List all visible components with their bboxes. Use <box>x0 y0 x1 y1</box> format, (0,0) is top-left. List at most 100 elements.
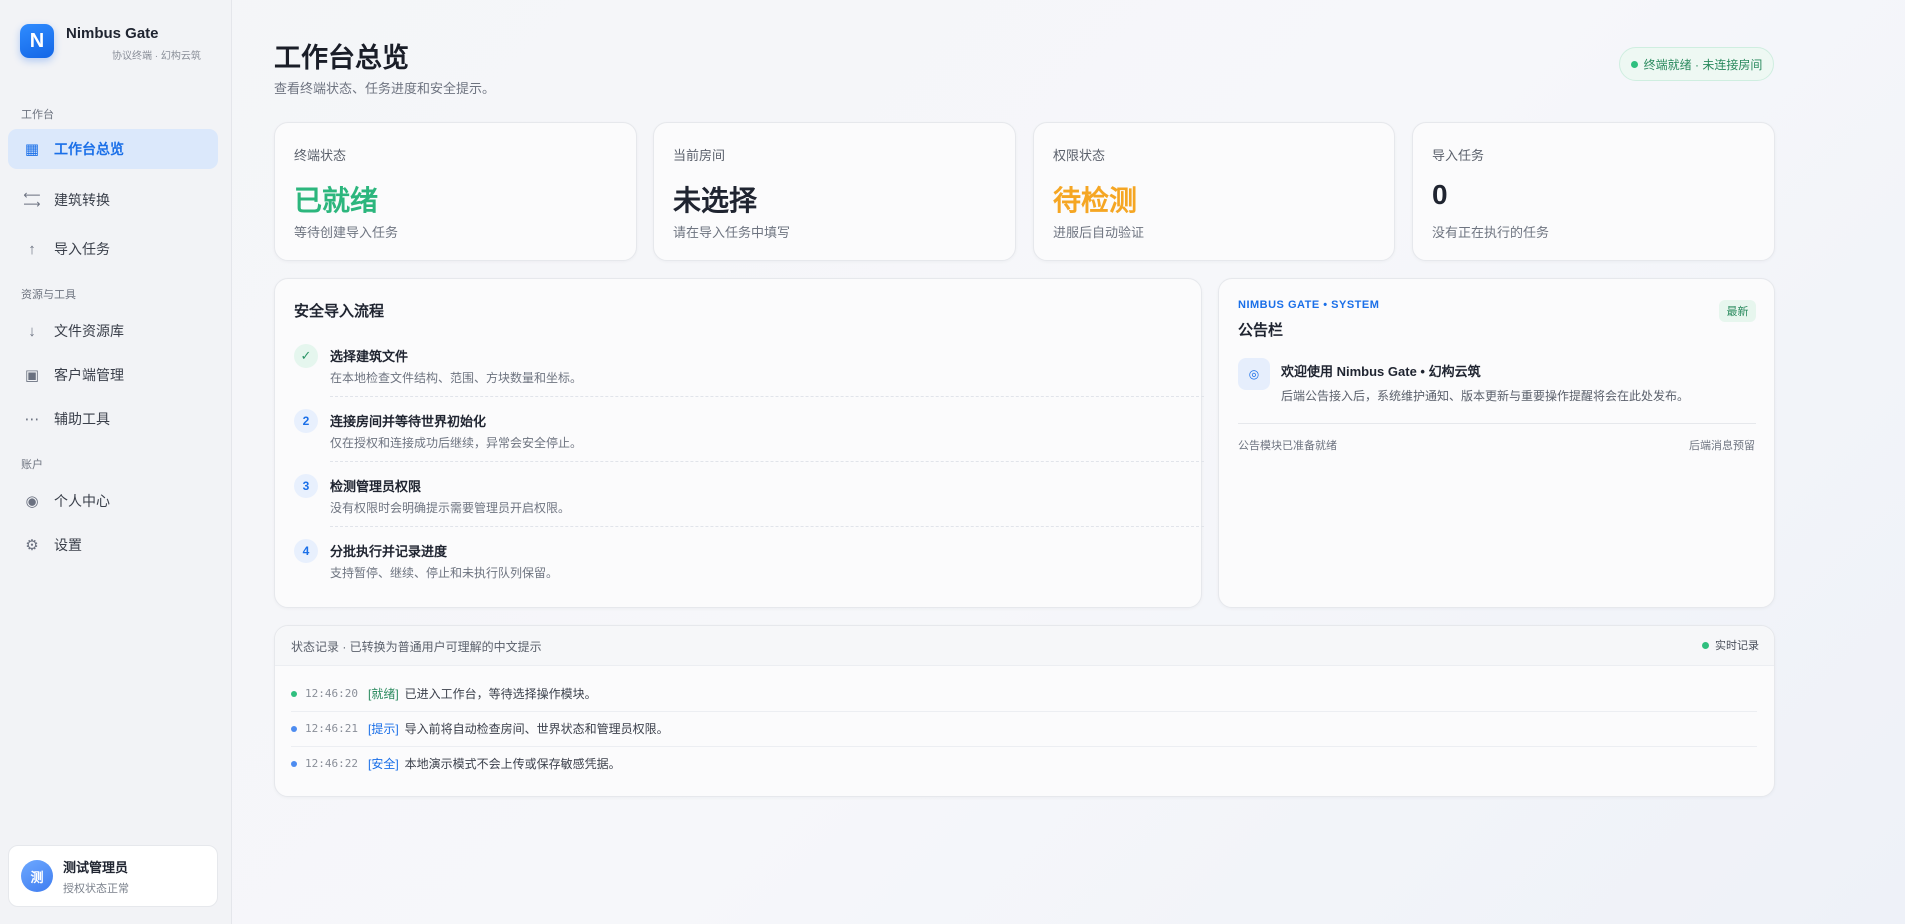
notice-footer-status: 公告模块已准备就绪 <box>1238 440 1337 452</box>
sidebar-item-overview[interactable]: ▦ 工作台总览 <box>8 129 218 169</box>
nav-section-resources: 资源与工具 <box>21 289 76 301</box>
sidebar-item-label: 辅助工具 <box>54 411 110 427</box>
sidebar-item-profile[interactable]: ◉ 个人中心 <box>8 481 218 521</box>
sidebar-item-file-library[interactable]: ↓ 文件资源库 <box>8 311 218 351</box>
sidebar-item-utilities[interactable]: ⋯ 辅助工具 <box>8 399 218 439</box>
user-auth-status: 授权状态正常 <box>63 882 129 895</box>
stat-label: 权限状态 <box>1053 148 1106 163</box>
stat-value: 未选择 <box>673 185 758 216</box>
notice-title: 公告栏 <box>1238 322 1284 339</box>
log-message: 导入前将自动检查房间、世界状态和管理员权限。 <box>404 722 669 736</box>
step-number: 3 <box>294 474 318 498</box>
upload-arrow-icon: ↑ <box>28 240 36 258</box>
notice-divider <box>1238 423 1756 424</box>
stat-note: 请在导入任务中填写 <box>673 225 791 240</box>
brand-subtitle: 协议终端 · 幻构云筑 <box>112 51 201 62</box>
log-time: 12:46:20 <box>305 687 358 700</box>
check-icon: ✓ <box>294 344 318 368</box>
page-subtitle: 查看终端状态、任务进度和安全提示。 <box>274 81 496 96</box>
brand-name: Nimbus Gate <box>66 25 159 42</box>
step-number: 4 <box>294 539 318 563</box>
step-title: 分批执行并记录进度 <box>330 544 448 559</box>
swap-arrows-icon: ⟵ ⟶ <box>23 188 41 211</box>
log-header-text: 状态记录 · 已转换为普通用户可理解的中文提示 <box>291 640 542 654</box>
step-divider <box>330 526 1204 527</box>
flow-step: ✓ 选择建筑文件 在本地检查文件结构、范围、方块数量和坐标。 <box>294 342 1204 406</box>
sidebar-item-settings[interactable]: ⚙ 设置 <box>8 525 218 565</box>
notice-kicker: NIMBUS GATE • SYSTEM <box>1238 299 1380 311</box>
notice-board-card: NIMBUS GATE • SYSTEM 公告栏 最新 ◎ 欢迎使用 Nimbu… <box>1218 278 1775 608</box>
log-dot-icon <box>291 725 297 732</box>
step-divider <box>330 396 1204 397</box>
flow-step: 3 检测管理员权限 没有权限时会明确提示需要管理员开启权限。 <box>294 472 1204 536</box>
log-time: 12:46:21 <box>305 722 358 735</box>
log-row: 12:46:22 [安全] 本地演示模式不会上传或保存敏感凭据。 <box>291 746 1757 781</box>
log-tag: [提示] <box>367 722 399 736</box>
step-divider <box>330 461 1204 462</box>
stat-card-permission: 权限状态 待检测 进服后自动验证 <box>1033 122 1395 261</box>
sidebar-item-label: 工作台总览 <box>54 141 124 157</box>
sidebar-item-label: 客户端管理 <box>54 367 124 383</box>
stat-card-terminal: 终端状态 已就绪 等待创建导入任务 <box>274 122 637 261</box>
status-dot-icon <box>1630 60 1638 68</box>
stat-label: 当前房间 <box>673 148 726 163</box>
stat-card-import-tasks: 导入任务 0 没有正在执行的任务 <box>1412 122 1775 261</box>
latest-badge: 最新 <box>1719 300 1756 322</box>
nav-section-workbench: 工作台 <box>21 109 54 121</box>
stat-label: 导入任务 <box>1432 148 1485 163</box>
log-tag: [就绪] <box>367 687 399 701</box>
sidebar: N Nimbus Gate 协议终端 · 幻构云筑 工作台 ▦ 工作台总览 ⟵ ⟶… <box>0 0 232 924</box>
sidebar-item-building-convert[interactable]: ⟵ ⟶ 建筑转换 <box>8 180 218 220</box>
download-arrow-icon: ↓ <box>28 322 36 340</box>
notice-headline: 欢迎使用 Nimbus Gate • 幻构云筑 <box>1281 364 1481 379</box>
square-box-icon: ▣ <box>24 367 40 384</box>
notice-footer-reserved: 后端消息预留 <box>1689 440 1755 452</box>
stat-value: 待检测 <box>1053 185 1138 216</box>
page-title: 工作台总览 <box>274 43 409 73</box>
step-description: 支持暂停、继续、停止和未执行队列保留。 <box>330 566 559 580</box>
step-description: 仅在授权和连接成功后继续，异常会安全停止。 <box>330 436 583 450</box>
log-dot-icon <box>291 690 297 697</box>
stat-value: 已就绪 <box>294 185 379 216</box>
brand[interactable]: N Nimbus Gate 协议终端 · 幻构云筑 <box>20 24 201 62</box>
step-title: 选择建筑文件 <box>330 349 409 364</box>
terminal-status-text: 终端就绪 · 未连接房间 <box>1643 57 1763 72</box>
stat-note: 没有正在执行的任务 <box>1432 225 1550 240</box>
sidebar-item-import-tasks[interactable]: ↑ 导入任务 <box>8 229 218 269</box>
log-time: 12:46:22 <box>305 757 358 770</box>
sidebar-item-label: 设置 <box>54 537 82 553</box>
stat-note: 等待创建导入任务 <box>294 225 399 240</box>
user-card[interactable]: 测 测试管理员 授权状态正常 <box>8 845 218 907</box>
target-icon: ◎ <box>1238 358 1270 390</box>
live-record-label: 实时记录 <box>1715 640 1759 652</box>
step-number: 2 <box>294 409 318 433</box>
step-title: 检测管理员权限 <box>330 479 422 494</box>
live-dot-icon <box>1702 641 1709 649</box>
flow-step: 4 分批执行并记录进度 支持暂停、继续、停止和未执行队列保留。 <box>294 537 1204 601</box>
stat-note: 进服后自动验证 <box>1053 225 1145 240</box>
flow-title: 安全导入流程 <box>294 303 385 320</box>
stat-card-room: 当前房间 未选择 请在导入任务中填写 <box>653 122 1016 261</box>
user-name: 测试管理员 <box>63 859 129 875</box>
import-flow-card: 安全导入流程 ✓ 选择建筑文件 在本地检查文件结构、范围、方块数量和坐标。 2 … <box>274 278 1204 608</box>
log-row: 12:46:20 [就绪] 已进入工作台，等待选择操作模块。 <box>291 676 1757 711</box>
log-tag: [安全] <box>367 757 399 771</box>
more-dots-icon: ⋯ <box>24 411 40 428</box>
log-message: 本地演示模式不会上传或保存敏感凭据。 <box>404 757 621 771</box>
sidebar-item-client-management[interactable]: ▣ 客户端管理 <box>8 355 218 395</box>
nav-section-account: 账户 <box>21 459 43 471</box>
gear-icon: ⚙ <box>25 537 39 554</box>
stat-label: 终端状态 <box>294 148 347 163</box>
log-dot-icon <box>291 760 297 767</box>
sidebar-item-label: 建筑转换 <box>54 192 110 208</box>
log-row: 12:46:21 [提示] 导入前将自动检查房间、世界状态和管理员权限。 <box>291 711 1757 746</box>
step-title: 连接房间并等待世界初始化 <box>330 414 487 429</box>
flow-step: 2 连接房间并等待世界初始化 仅在授权和连接成功后继续，异常会安全停止。 <box>294 407 1204 471</box>
live-record-indicator: 实时记录 <box>1702 637 1759 653</box>
terminal-status-badge: 终端就绪 · 未连接房间 <box>1619 47 1774 81</box>
log-header: 状态记录 · 已转换为普通用户可理解的中文提示 实时记录 <box>275 626 1774 666</box>
log-message: 已进入工作台，等待选择操作模块。 <box>404 687 597 701</box>
status-log-card: 状态记录 · 已转换为普通用户可理解的中文提示 实时记录 12:46:20 [就… <box>274 625 1775 797</box>
stat-value: 0 <box>1432 179 1448 210</box>
step-description: 没有权限时会明确提示需要管理员开启权限。 <box>330 501 571 515</box>
